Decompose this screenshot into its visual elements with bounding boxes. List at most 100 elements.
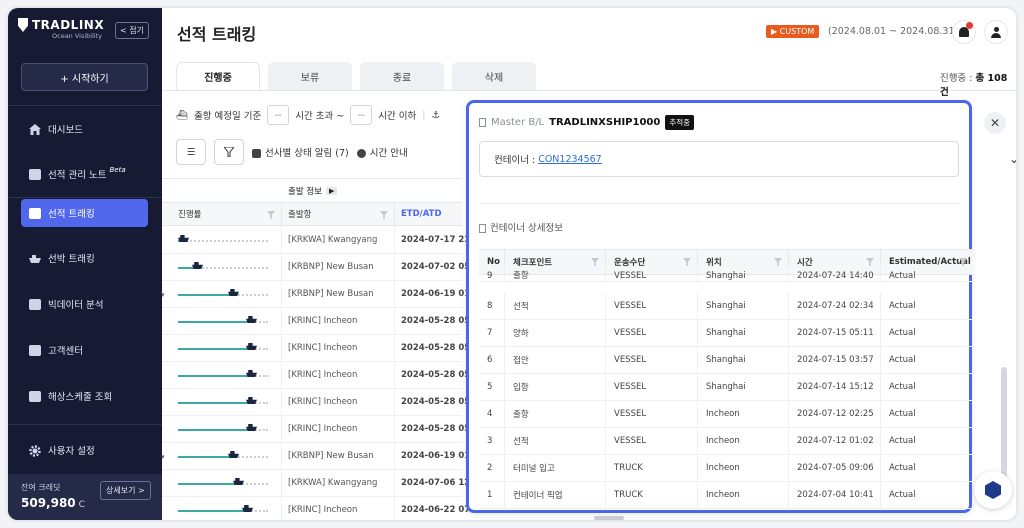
sidebar-item-shipment-note[interactable]: 선적 관리 노트 Beta (21, 160, 148, 188)
detail-row[interactable]: 8 선적 VESSEL Shanghai 2024-07-24 02:34 Actual (479, 293, 973, 320)
progress-fill (178, 483, 239, 485)
checkpoint-value: 양하 (513, 329, 529, 339)
start-button[interactable]: + 시작하기 (21, 63, 148, 91)
table-row[interactable]: [KRKWA] Kwangyang 2024-07-06 12 (162, 470, 470, 497)
carrier-alert[interactable]: 선사별 상태 알림 (7) (252, 145, 349, 159)
table-row[interactable]: [KRINC] Incheon 2024-06-22 07 (162, 497, 470, 520)
table-row[interactable]: ▾ [KRBNP] New Busan 2024-06-19 01 (161, 281, 470, 308)
funnel-icon[interactable] (380, 211, 388, 219)
estimated-actual-value: Actual (889, 436, 916, 446)
cell-location: Shanghai (698, 266, 789, 281)
detail-row[interactable]: 7 양하 VESSEL Shanghai 2024-07-15 05:11 Actual (479, 320, 973, 347)
sidebar-item-schedule[interactable]: 해상스케줄 조회 (21, 382, 148, 410)
sidebar-item-label: 선적 트래킹 (48, 209, 95, 220)
close-panel-button[interactable]: ✕ (984, 112, 1006, 134)
horizontal-scrollbar[interactable] (594, 516, 624, 520)
time-guide[interactable]: 시간 안내 (356, 145, 408, 159)
table-row[interactable]: [KRINC] Incheon 2024-05-28 05 (162, 308, 470, 335)
table-row[interactable]: [KRBNP] New Busan 2024-07-02 05 (162, 254, 470, 281)
table-row[interactable]: [KRINC] Incheon 2024-05-28 05 (162, 389, 470, 416)
container-select[interactable]: 컨테이너 : CON1234567 ⌄ (479, 141, 1016, 177)
funnel-icon[interactable] (866, 258, 874, 266)
tab-in-progress[interactable]: 진행중 (176, 62, 260, 90)
table-row[interactable]: [KRINC] Incheon 2024-05-28 05 (162, 335, 470, 362)
detail-row[interactable]: 9 출항 VESSEL Shanghai 2024-07-24 14:40 Actual (479, 266, 973, 282)
container-number-link[interactable]: CON1234567 (538, 154, 602, 165)
notification-button[interactable] (952, 20, 976, 44)
cell-location: Incheon (698, 428, 789, 454)
expand-row-icon[interactable]: ▾ (161, 291, 165, 299)
table-row[interactable]: [KRINC] Incheon 2024-05-28 05 (162, 416, 470, 443)
detail-row[interactable]: 6 접안 VESSEL Shanghai 2024-07-15 03:57 Actual (479, 347, 973, 374)
table-row[interactable]: [KRINC] Incheon 2024-05-28 05 (162, 362, 470, 389)
cell-checkpoint: 접안 (505, 347, 606, 373)
anchor-icon[interactable]: ⚓ (431, 110, 440, 121)
detail-row[interactable]: 1 컨테이너 픽업 TRUCK Incheon 2024-07-04 10:41 Actu… (479, 482, 973, 509)
progress-remaining (198, 267, 268, 269)
etd-cell: 2024-05-28 05 (395, 389, 475, 415)
time-under-input[interactable]: -- (350, 105, 373, 125)
table-row[interactable]: [KRKWA] Kwangyang 2024-07-17 23 (162, 227, 470, 254)
chevron-down-icon[interactable]: ⌄ (1002, 142, 1016, 176)
app-window: TRADLINX Ocean Visibility < 접기 + 시작하기 대시… (8, 8, 1016, 520)
sidebar-item-bigdata[interactable]: 빅데이터 분석 (21, 290, 148, 318)
cell-time: 2024-07-15 05:11 (789, 320, 881, 346)
progress-bar (178, 289, 268, 299)
cell-transport: VESSEL (606, 347, 698, 373)
user-button[interactable] (984, 20, 1008, 44)
cell-estimated-actual: Actual (881, 293, 973, 319)
detail-row[interactable]: 4 출항 VESSEL Incheon 2024-07-12 02:25 Actual (479, 401, 973, 428)
calendar-icon (29, 390, 41, 402)
departure-port-cell: [KRBNP] New Busan (282, 254, 395, 280)
detail-row[interactable]: 3 선적 VESSEL Incheon 2024-07-12 01:02 Actual (479, 428, 973, 455)
tab-on-hold[interactable]: 보류 (268, 62, 352, 90)
sidebar-item-settings[interactable]: 사용자 설정 (21, 436, 148, 464)
col-departure-port[interactable]: 출발항 (282, 203, 395, 225)
custom-badge[interactable]: ▶ CUSTOM (766, 25, 820, 38)
departure-basis-filter[interactable]: 출항 예정일 기준 (194, 108, 261, 122)
col-etd[interactable]: ETD/ATD (395, 203, 475, 225)
column-settings-button[interactable]: ☰ (176, 139, 206, 165)
table-row[interactable]: ▾ [KRBNP] New Busan 2024-06-19 01 (161, 443, 470, 470)
detail-row[interactable]: 5 입항 VESSEL Shanghai 2024-07-14 15:12 Actual (479, 374, 973, 401)
detail-row[interactable]: 2 터미널 입고 TRUCK Incheon 2024-07-05 09:06 Actua… (479, 455, 973, 482)
help-fab-button[interactable] (974, 471, 1012, 509)
cell-time: 2024-07-15 03:57 (789, 347, 881, 373)
credit-detail-button[interactable]: 상세보기 > (100, 481, 151, 500)
estimated-actual-value: Actual (889, 301, 916, 311)
tab-completed[interactable]: 종료 (360, 62, 444, 90)
page-title: 선적 트래킹 (177, 25, 257, 44)
collapse-sidebar-button[interactable]: < 접기 (115, 22, 149, 39)
container-label: 컨테이너 : (494, 155, 536, 166)
cell-transport: VESSEL (606, 266, 698, 281)
progress-cell (172, 308, 282, 334)
transport-value: VESSEL (614, 301, 647, 311)
departure-port-cell: [KRINC] Incheon (282, 335, 395, 361)
sidebar-item-vessel-tracking[interactable]: 선박 트래킹 (21, 244, 148, 272)
sidebar-item-shipment-tracking[interactable]: 선적 트래킹 (21, 199, 148, 227)
departure-port-cell: [KRINC] Incheon (282, 308, 395, 334)
progress-cell (172, 416, 282, 442)
cell-no: 2 (479, 455, 505, 481)
divider (479, 203, 959, 204)
departure-port: [KRINC] Incheon (288, 424, 358, 434)
help-icon (29, 344, 41, 356)
start-label: + 시작하기 (60, 73, 109, 85)
funnel-icon[interactable] (774, 258, 782, 266)
sidebar-item-support[interactable]: 고객센터 (21, 336, 148, 364)
time-over-input[interactable]: -- (267, 105, 290, 125)
tab-deleted[interactable]: 삭제 (452, 62, 536, 90)
logo[interactable]: TRADLINX (18, 18, 104, 32)
expand-group-icon[interactable]: ▶ (325, 186, 338, 195)
filter-button[interactable] (214, 139, 244, 165)
checkpoint-value: 터미널 입고 (513, 464, 555, 474)
funnel-icon[interactable] (683, 258, 691, 266)
col-progress[interactable]: 진행률 (172, 203, 282, 225)
funnel-icon[interactable] (267, 211, 275, 219)
funnel-icon[interactable] (591, 258, 599, 266)
progress-fill (178, 294, 234, 296)
cell-estimated-actual: Actual (881, 374, 973, 400)
time-value: 2024-07-04 10:41 (797, 490, 874, 500)
sidebar-item-dashboard[interactable]: 대시보드 (21, 115, 148, 143)
expand-row-icon[interactable]: ▾ (161, 453, 165, 461)
